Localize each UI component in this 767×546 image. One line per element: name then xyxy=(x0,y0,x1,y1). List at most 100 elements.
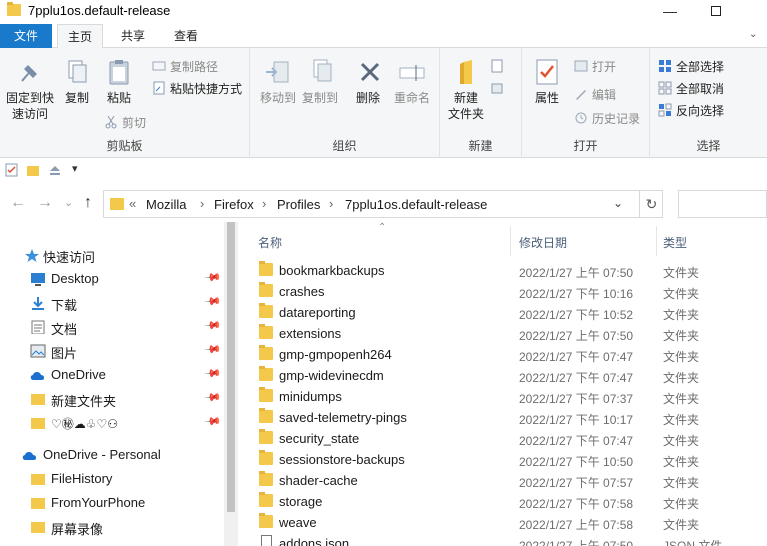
easy-access-button[interactable] xyxy=(490,78,504,98)
file-modified-date: 2022/1/27 下午 07:47 xyxy=(519,350,634,364)
sidebar-item-filehistory[interactable]: FileHistory xyxy=(0,467,224,491)
properties-qat-icon[interactable] xyxy=(5,163,19,177)
sidebar-item-screen-recordings[interactable]: 屏幕录像 xyxy=(0,515,224,539)
pin-icon[interactable]: 📌 xyxy=(203,268,222,287)
tab-view[interactable]: 查看 xyxy=(163,24,209,48)
pin-icon[interactable]: 📌 xyxy=(203,364,222,383)
paste-button[interactable]: 粘贴 xyxy=(100,56,138,106)
sidebar-item-documents[interactable]: 文档 📌 xyxy=(0,315,224,339)
delete-button[interactable]: 删除 xyxy=(354,56,382,106)
column-header-modified[interactable]: 修改日期 xyxy=(511,222,656,258)
new-item-button[interactable] xyxy=(490,56,504,76)
pin-icon[interactable]: 📌 xyxy=(203,340,222,359)
refresh-button[interactable]: ↻ xyxy=(639,190,663,218)
column-header-name[interactable]: 名称 xyxy=(238,222,510,258)
copy-path-icon xyxy=(152,59,166,73)
new-folder-button[interactable]: 新建 文件夹 xyxy=(446,56,486,122)
file-type: 文件夹 xyxy=(663,350,700,364)
back-button[interactable]: ← xyxy=(10,194,26,212)
sidebar-item-quick-access[interactable]: 快速访问 xyxy=(0,243,224,267)
sidebar-item-label: 下载 xyxy=(51,298,78,313)
forward-button[interactable]: → xyxy=(37,194,53,212)
edit-button[interactable]: 编辑 xyxy=(574,84,616,104)
new-folder-qat-icon[interactable] xyxy=(26,163,40,177)
breadcrumb-separator[interactable]: › xyxy=(200,196,204,211)
rename-button[interactable]: 重命名 xyxy=(392,56,432,106)
file-row[interactable]: weave 2022/1/27 上午 07:58 文件夹 xyxy=(238,512,767,533)
file-row[interactable]: crashes 2022/1/27 下午 10:16 文件夹 xyxy=(238,281,767,302)
sidebar-scrollbar-thumb[interactable] xyxy=(227,222,235,512)
file-row[interactable]: addons.json 2022/1/27 上午 07:50 JSON 文件 xyxy=(238,533,767,546)
paste-shortcut-label: 粘贴快捷方式 xyxy=(170,81,243,96)
breadcrumb-item[interactable]: Mozilla xyxy=(146,197,186,212)
copy-path-button[interactable]: 复制路径 xyxy=(152,56,218,76)
file-name: datareporting xyxy=(279,305,356,320)
address-dropdown-button[interactable]: ⌄ xyxy=(613,196,623,210)
tab-file[interactable]: 文件 xyxy=(0,24,52,48)
sidebar-item-fromyourphone[interactable]: FromYourPhone xyxy=(0,491,224,515)
pin-icon[interactable]: 📌 xyxy=(203,388,222,407)
search-input[interactable] xyxy=(678,190,767,218)
column-header-type[interactable]: 类型 xyxy=(657,222,767,258)
file-row[interactable]: shader-cache 2022/1/27 下午 07:57 文件夹 xyxy=(238,470,767,491)
sidebar-item-downloads[interactable]: 下载 📌 xyxy=(0,291,224,315)
breadcrumb-item[interactable]: Profiles xyxy=(277,197,320,212)
copy-button[interactable]: 复制 xyxy=(60,56,94,106)
sidebar-item-desktop[interactable]: Desktop 📌 xyxy=(0,267,224,291)
file-row[interactable]: extensions 2022/1/27 上午 07:50 文件夹 xyxy=(238,323,767,344)
properties-button[interactable]: 属性 xyxy=(530,56,564,106)
breadcrumb-separator[interactable]: › xyxy=(329,196,333,211)
minimize-button[interactable]: — xyxy=(647,0,693,22)
file-row[interactable]: gmp-widevinecdm 2022/1/27 下午 07:47 文件夹 xyxy=(238,365,767,386)
folder-icon xyxy=(31,522,45,533)
invert-selection-icon xyxy=(658,103,672,117)
breadcrumb-separator[interactable]: › xyxy=(262,196,266,211)
recent-locations-button[interactable]: ⌄ xyxy=(64,196,73,209)
folder-icon xyxy=(259,387,273,402)
select-all-button[interactable]: 全部选择 xyxy=(658,56,724,76)
pin-icon[interactable]: 📌 xyxy=(203,412,222,431)
file-row[interactable]: gmp-gmpopenh264 2022/1/27 下午 07:47 文件夹 xyxy=(238,344,767,365)
file-row[interactable]: datareporting 2022/1/27 下午 10:52 文件夹 xyxy=(238,302,767,323)
picture-icon xyxy=(30,344,46,358)
move-to-button[interactable]: 移动到 xyxy=(258,56,298,106)
file-row[interactable]: sessionstore-backups 2022/1/27 下午 10:50 文件… xyxy=(238,449,767,470)
up-button[interactable]: ↑ xyxy=(84,194,92,212)
tab-share[interactable]: 共享 xyxy=(110,24,156,48)
sidebar-item-new-folder[interactable]: 新建文件夹 📌 xyxy=(0,387,224,411)
file-row[interactable]: saved-telemetry-pings 2022/1/27 下午 10:17 文… xyxy=(238,407,767,428)
sidebar-item-symbols-folder[interactable]: ♡㊙☁♧♡⚇ 📌 xyxy=(0,411,224,435)
paste-shortcut-button[interactable]: 粘贴快捷方式 xyxy=(152,78,242,98)
history-button[interactable]: 历史记录 xyxy=(574,108,640,128)
open-button[interactable]: 打开 xyxy=(574,56,616,76)
pin-icon[interactable]: 📌 xyxy=(203,292,222,311)
file-row[interactable]: storage 2022/1/27 下午 07:58 文件夹 xyxy=(238,491,767,512)
tab-home[interactable]: 主页 xyxy=(57,24,103,49)
sidebar-item-label: OneDrive - Personal xyxy=(43,447,161,462)
select-none-button[interactable]: 全部取消 xyxy=(658,78,724,98)
pin-label: 固定到快 速访问 xyxy=(5,91,54,121)
qat-customize-dropdown[interactable]: ▾ xyxy=(72,162,86,176)
maximize-button[interactable] xyxy=(693,0,739,22)
file-row[interactable]: security_state 2022/1/27 下午 07:47 文件夹 xyxy=(238,428,767,449)
address-bar[interactable]: « Mozilla › Firefox › Profiles › 7pplu1o… xyxy=(103,190,663,218)
select-group-label: 选择 xyxy=(696,139,721,153)
breadcrumb-item[interactable]: Firefox xyxy=(214,197,254,212)
folder-icon xyxy=(31,498,45,509)
copy-icon xyxy=(61,56,93,88)
invert-selection-button[interactable]: 反向选择 xyxy=(658,100,724,120)
eject-qat-icon[interactable] xyxy=(48,163,62,177)
sidebar-item-onedrive[interactable]: OneDrive 📌 xyxy=(0,363,224,387)
copy-to-button[interactable]: 复制到 xyxy=(300,56,340,106)
sidebar-item-onedrive-personal[interactable]: OneDrive - Personal xyxy=(0,443,224,467)
breadcrumb-item[interactable]: 7pplu1os.default-release xyxy=(345,197,487,212)
file-row[interactable]: minidumps 2022/1/27 下午 07:37 文件夹 xyxy=(238,386,767,407)
ribbon-expand-icon[interactable]: ⌄ xyxy=(749,29,757,40)
breadcrumb-overflow[interactable]: « xyxy=(129,196,136,211)
file-row[interactable]: bookmarkbackups 2022/1/27 上午 07:50 文件夹 xyxy=(238,260,767,281)
cut-button[interactable]: 剪切 xyxy=(104,112,146,132)
sidebar-scrollbar[interactable] xyxy=(224,222,238,546)
pin-to-quick-access-button[interactable]: 固定到快 速访问 xyxy=(4,56,56,122)
pin-icon[interactable]: 📌 xyxy=(203,316,222,335)
sidebar-item-pictures[interactable]: 图片 📌 xyxy=(0,339,224,363)
